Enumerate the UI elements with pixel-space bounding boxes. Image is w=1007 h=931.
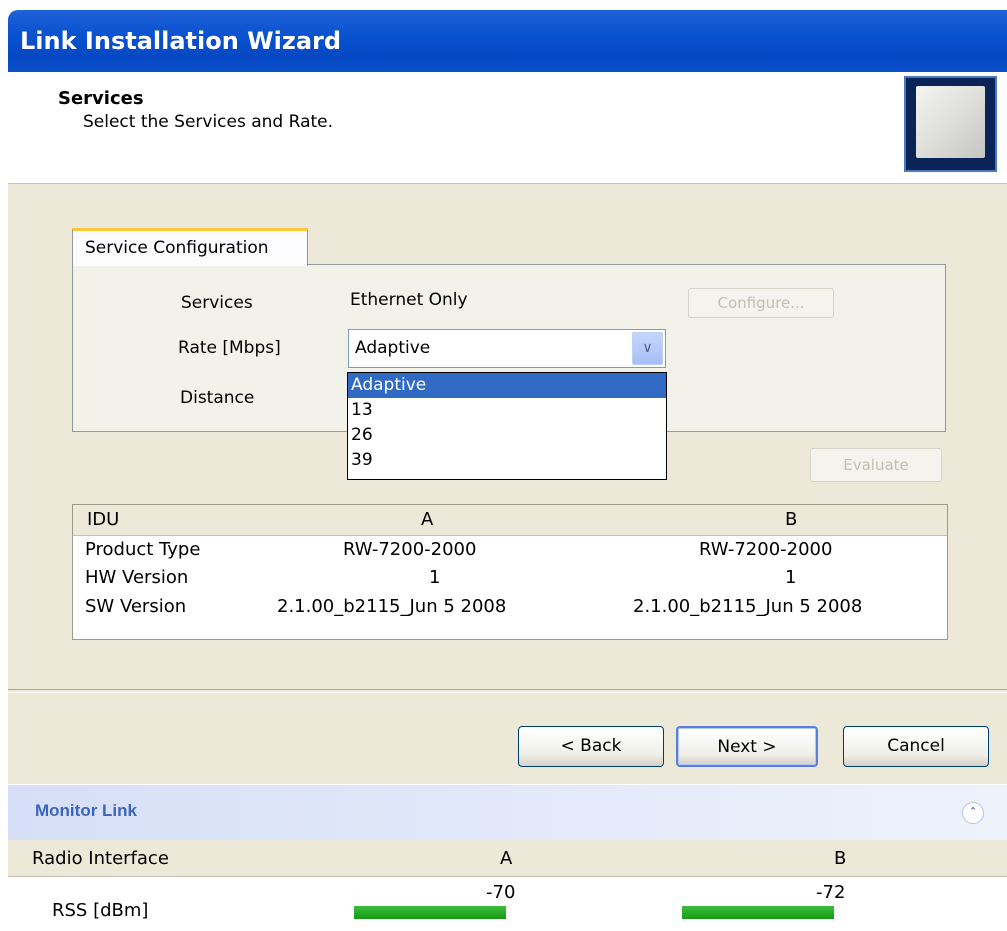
page-subtitle: Select the Services and Rate. xyxy=(83,112,334,132)
rss-b-bar xyxy=(682,906,834,919)
rate-option[interactable]: Adaptive xyxy=(348,373,666,398)
window-title: Link Installation Wizard xyxy=(20,27,342,55)
row-sw-version-label: SW Version xyxy=(85,596,187,617)
rate-dropdown-list: Adaptive 13 26 39 xyxy=(347,372,667,480)
header-b: B xyxy=(785,509,798,530)
wizard-content: Service Configuration Services Ethernet … xyxy=(8,184,1007,784)
rss-label: RSS [dBm] xyxy=(52,900,149,921)
rss-a-value: -70 xyxy=(486,882,516,903)
table-header xyxy=(73,505,947,536)
row-product-type-label: Product Type xyxy=(85,539,201,560)
rate-select[interactable]: Adaptive ∨ xyxy=(348,329,666,368)
header-a: A xyxy=(500,848,513,869)
header-idu: IDU xyxy=(87,509,120,530)
cancel-button[interactable]: Cancel xyxy=(843,726,989,767)
device-image xyxy=(904,76,997,172)
wizard-header: Services Select the Services and Rate. xyxy=(8,72,1007,184)
row-sw-version-a: 2.1.00_b2115_Jun 5 2008 xyxy=(277,596,507,617)
monitor-link-table: Radio Interface A B RSS [dBm] -70 -72 xyxy=(8,840,1007,931)
services-value: Ethernet Only xyxy=(350,290,468,310)
rate-option[interactable]: 39 xyxy=(348,448,666,473)
back-button[interactable]: < Back xyxy=(518,726,664,767)
header-b: B xyxy=(834,848,847,869)
rss-b-value: -72 xyxy=(816,882,846,903)
row-sw-version-b: 2.1.00_b2115_Jun 5 2008 xyxy=(633,596,863,617)
rss-a-bar xyxy=(354,906,506,919)
page-title: Services xyxy=(58,88,144,109)
chevron-down-icon[interactable]: ∨ xyxy=(632,332,663,365)
next-button[interactable]: Next > xyxy=(676,726,818,767)
rate-option[interactable]: 13 xyxy=(348,398,666,423)
services-label: Services xyxy=(181,293,253,313)
rate-label: Rate [Mbps] xyxy=(178,338,281,358)
tab-service-configuration[interactable]: Service Configuration xyxy=(72,228,308,266)
rate-select-value: Adaptive xyxy=(355,338,431,358)
row-hw-version-label: HW Version xyxy=(85,567,189,588)
rate-option[interactable]: 26 xyxy=(348,423,666,448)
monitor-link-title: Monitor Link xyxy=(35,801,137,820)
header-radio-interface: Radio Interface xyxy=(32,848,169,869)
row-hw-version-b: 1 xyxy=(785,567,797,588)
evaluate-button[interactable]: Evaluate xyxy=(810,448,942,482)
window-title-bar: Link Installation Wizard xyxy=(8,10,1007,72)
row-hw-version-a: 1 xyxy=(429,567,441,588)
row-product-type-b: RW-7200-2000 xyxy=(699,539,833,560)
monitor-link-panel-header: Monitor Link ˆ xyxy=(8,785,1007,840)
row-product-type-a: RW-7200-2000 xyxy=(343,539,477,560)
header-a: A xyxy=(421,509,434,530)
idu-table: IDU A B Product Type RW-7200-2000 RW-720… xyxy=(72,504,948,640)
configure-button[interactable]: Configure... xyxy=(688,288,834,318)
divider xyxy=(8,689,1007,693)
collapse-icon[interactable]: ˆ xyxy=(962,802,984,824)
distance-label: Distance xyxy=(180,388,255,408)
